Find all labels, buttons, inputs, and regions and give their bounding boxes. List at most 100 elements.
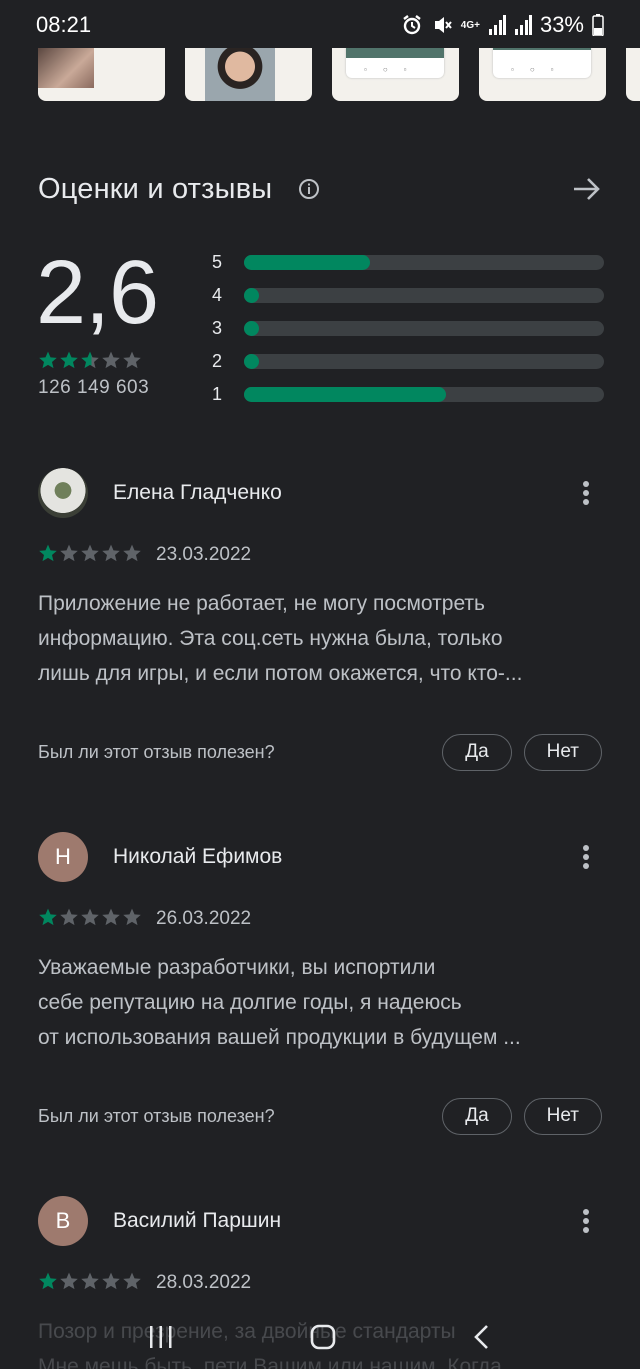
rating-bar-row: 1: [212, 378, 604, 411]
screenshot-thumb[interactable]: [185, 48, 312, 101]
rating-distribution: 5 4 3 2 1: [212, 246, 604, 411]
avatar-letter: В: [55, 1208, 71, 1233]
star-icon: [59, 543, 79, 568]
star-icon: [38, 543, 58, 568]
rating-count: 126 149 603: [38, 377, 150, 398]
screenshot-thumb[interactable]: [38, 48, 165, 101]
review-header: Н Николай Ефимов: [38, 832, 602, 882]
star-icon: [59, 907, 79, 932]
recent-apps-icon[interactable]: [148, 1325, 174, 1354]
helpful-question: Был ли этот отзыв полезен?: [38, 1105, 275, 1126]
star-icon: [122, 1271, 142, 1296]
screenshot-thumb[interactable]: ▫○▫: [332, 48, 459, 101]
helpful-no-button[interactable]: Нет: [523, 1097, 602, 1135]
screenshot-thumb[interactable]: [626, 48, 640, 101]
review-date: 26.03.2022: [156, 908, 252, 929]
review-stars: [38, 907, 142, 932]
review-line: информацию. Эта соц.сеть нужна была, тол…: [38, 627, 503, 650]
star-icon: [122, 907, 142, 932]
alarm-icon: [401, 14, 423, 36]
reviewer-name: Николай Ефимов: [113, 845, 283, 868]
reviewer-name: Елена Гладченко: [113, 481, 282, 504]
screenshot-thumb[interactable]: ▫○▫: [479, 48, 606, 101]
star-icon: [80, 350, 100, 375]
rating-bar-fill: [244, 288, 259, 303]
status-icons: 4G+ 33%: [401, 12, 604, 38]
rating-bar-fill: [244, 354, 259, 369]
screenshots-carousel[interactable]: ▫○▫ ▫○▫: [38, 48, 640, 102]
avatar: В: [38, 1196, 88, 1246]
average-stars: [38, 350, 142, 375]
rating-bar-track: [244, 387, 604, 402]
star-icon: [80, 907, 100, 932]
review-date: 28.03.2022: [156, 1272, 252, 1293]
review-text[interactable]: Уважаемые разработчики, вы испортили себе…: [38, 950, 602, 1055]
review-stars: [38, 543, 142, 568]
ratings-header[interactable]: Оценки и отзывы: [38, 170, 602, 208]
rating-bar-row: 2: [212, 345, 604, 378]
star-icon: [101, 350, 121, 375]
star-icon: [122, 350, 142, 375]
star-icon: [38, 350, 58, 375]
avatar: [38, 468, 88, 518]
system-navbar: [0, 1309, 640, 1369]
status-time: 08:21: [36, 12, 92, 37]
rating-bar-track: [244, 354, 604, 369]
rating-bar-label: 4: [212, 285, 223, 305]
avatar: Н: [38, 832, 88, 882]
rating-bar-label: 3: [212, 318, 223, 338]
rating-bar-label: 2: [212, 351, 223, 371]
helpful-buttons: Да Нет: [442, 733, 602, 771]
signal-icon: [488, 15, 506, 35]
review-header: В Василий Паршин: [38, 1196, 602, 1246]
star-icon: [80, 1271, 100, 1296]
review-card: Елена Гладченко 23.03.2022 Приложение не…: [38, 468, 602, 771]
review-line: себе репутацию на долгие годы, я надеюсь: [38, 991, 462, 1014]
more-vert-icon[interactable]: [582, 1208, 590, 1234]
helpful-prompt: Был ли этот отзыв полезен? Да Нет: [38, 733, 602, 771]
status-bar: 08:21 4G+ 33%: [0, 0, 640, 50]
battery-percent: 33%: [539, 12, 584, 37]
rating-bar-fill: [244, 387, 446, 402]
rating-bar-fill: [244, 321, 259, 336]
star-icon: [38, 907, 58, 932]
review-meta: 28.03.2022: [38, 1272, 602, 1294]
star-icon: [80, 543, 100, 568]
star-icon: [59, 350, 79, 375]
arrow-right-icon[interactable]: [572, 176, 602, 202]
helpful-question: Был ли этот отзыв полезен?: [38, 741, 275, 762]
star-icon: [38, 1271, 58, 1296]
review-card: Н Николай Ефимов 26.03.2022 Уважаемые ра…: [38, 832, 602, 1135]
more-vert-icon[interactable]: [582, 480, 590, 506]
rating-bar-track: [244, 255, 604, 270]
rating-bar-fill: [244, 255, 370, 270]
review-stars: [38, 1271, 142, 1296]
star-icon: [101, 907, 121, 932]
review-meta: 26.03.2022: [38, 908, 602, 930]
review-line: от использования вашей продукции в будущ…: [38, 1026, 521, 1049]
star-icon: [122, 543, 142, 568]
home-icon[interactable]: [309, 1323, 337, 1356]
info-icon[interactable]: [298, 178, 320, 200]
network-type: 4G+: [460, 19, 480, 31]
helpful-buttons: Да Нет: [442, 1097, 602, 1135]
mute-icon: [431, 14, 453, 36]
rating-bar-label: 5: [212, 252, 223, 272]
review-meta: 23.03.2022: [38, 544, 602, 566]
review-line: Уважаемые разработчики, вы испортили: [38, 956, 436, 979]
rating-bar-row: 3: [212, 312, 604, 345]
review-header: Елена Гладченко: [38, 468, 602, 518]
avatar-letter: Н: [55, 844, 71, 869]
more-vert-icon[interactable]: [582, 844, 590, 870]
review-text[interactable]: Приложение не работает, не могу посмотре…: [38, 586, 602, 691]
helpful-yes-button[interactable]: Да: [442, 733, 512, 771]
star-icon: [59, 1271, 79, 1296]
review-line: Приложение не работает, не могу посмотре…: [38, 592, 485, 615]
helpful-no-button[interactable]: Нет: [523, 733, 602, 771]
back-icon[interactable]: [472, 1323, 492, 1356]
rating-bar-label: 1: [212, 384, 223, 404]
helpful-yes-button[interactable]: Да: [442, 1097, 512, 1135]
star-icon: [101, 1271, 121, 1296]
star-icon: [101, 543, 121, 568]
rating-bar-track: [244, 288, 604, 303]
